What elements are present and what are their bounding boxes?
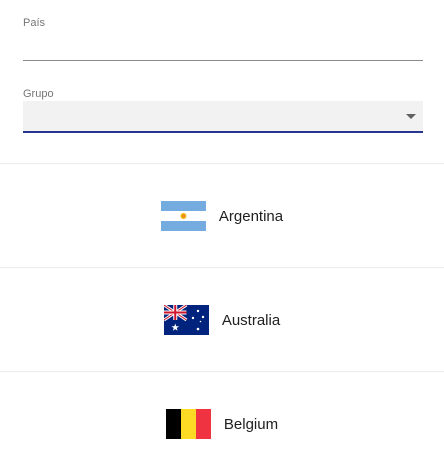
argentina-flag-icon (160, 201, 206, 231)
pais-label: País (23, 17, 46, 29)
country-list: Argentina Australia Belgium (0, 163, 444, 475)
australia-flag-icon (163, 305, 209, 335)
grupo-field: Grupo (23, 88, 423, 134)
grupo-select[interactable] (23, 101, 423, 133)
country-name: Argentina (218, 207, 284, 225)
grupo-label: Grupo (23, 88, 54, 100)
country-name: Belgium (223, 415, 279, 433)
dropdown-arrow-icon[interactable] (406, 114, 416, 119)
pais-input[interactable] (23, 35, 423, 61)
pais-field: País (23, 17, 423, 63)
country-name: Australia (221, 311, 281, 329)
country-item-argentina[interactable]: Argentina (0, 163, 444, 267)
country-item-australia[interactable]: Australia (0, 267, 444, 371)
belgium-flag-icon (165, 409, 211, 439)
country-item-belgium[interactable]: Belgium (0, 371, 444, 475)
